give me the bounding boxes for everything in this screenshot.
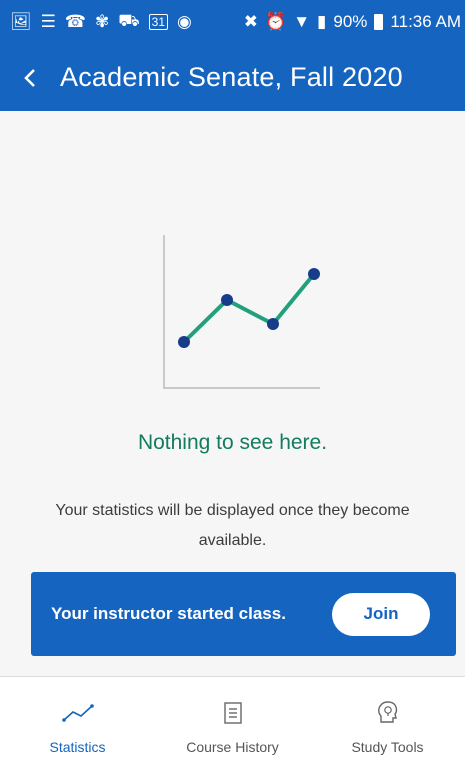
lightbulb-head-icon (377, 701, 397, 723)
banner-message: Your instructor started class. (51, 604, 286, 623)
app-bar: Academic Senate, Fall 2020 (0, 44, 465, 111)
battery-percent: 90% (333, 12, 368, 31)
nav-label-course-history: Course History (186, 739, 279, 755)
bottom-navigation: Statistics Course History Study Tools (0, 676, 465, 771)
back-button[interactable] (0, 44, 60, 111)
nav-item-statistics[interactable]: Statistics (0, 677, 155, 771)
empty-state-title: Nothing to see here. (137, 431, 328, 454)
nav-label-statistics: Statistics (49, 739, 106, 755)
chart-line (182, 272, 316, 344)
calendar-day: 31 (151, 15, 166, 29)
chart-point (178, 336, 190, 348)
mute-icon: ✖ (243, 12, 259, 31)
gallery-icon: 🖼 (10, 12, 32, 31)
empty-state-description: Your statistics will be displayed once t… (55, 502, 410, 549)
chart-point (308, 268, 320, 280)
clock: 11:36 AM (390, 12, 461, 31)
nav-item-course-history[interactable]: Course History (155, 677, 310, 771)
status-bar: 🖼 ☰ ☎ ✾ ⛟ 31 ◉ ✖ ⏰ ▼ ▮ 90% 11:36 AM (0, 0, 465, 44)
phone-icon: ☎ (64, 12, 87, 31)
class-started-banner: Your instructor started class. Join (31, 572, 456, 656)
android-icon: ◉ (177, 12, 192, 31)
signal-icon: ▮ (317, 12, 327, 31)
page-title: Academic Senate, Fall 2020 (60, 62, 403, 92)
list-document-icon (223, 702, 242, 724)
chevron-left-icon (24, 68, 35, 87)
nav-label-study-tools: Study Tools (351, 739, 424, 755)
line-chart-icon (61, 704, 94, 722)
chart-point (221, 294, 233, 306)
battery-icon (374, 14, 384, 30)
alarm-icon: ⏰ (265, 12, 287, 31)
message-icon: ☰ (40, 12, 56, 31)
car-icon: ⛟ (118, 11, 140, 30)
notification-icons: 🖼 ☰ ☎ ✾ ⛟ 31 ◉ (10, 11, 192, 33)
statistics-content: Nothing to see here. Your statistics wil… (0, 111, 465, 676)
system-icons: ✖ ⏰ ▼ ▮ 90% 11:36 AM (244, 12, 461, 32)
shell-icon: ✾ (95, 12, 110, 31)
wifi-icon: ▼ (293, 12, 311, 31)
nav-item-study-tools[interactable]: Study Tools (310, 677, 465, 771)
chart-point (267, 318, 279, 330)
calendar-icon: 31 (148, 14, 169, 30)
empty-chart-illustration (163, 235, 320, 389)
join-button[interactable]: Join (332, 592, 430, 636)
